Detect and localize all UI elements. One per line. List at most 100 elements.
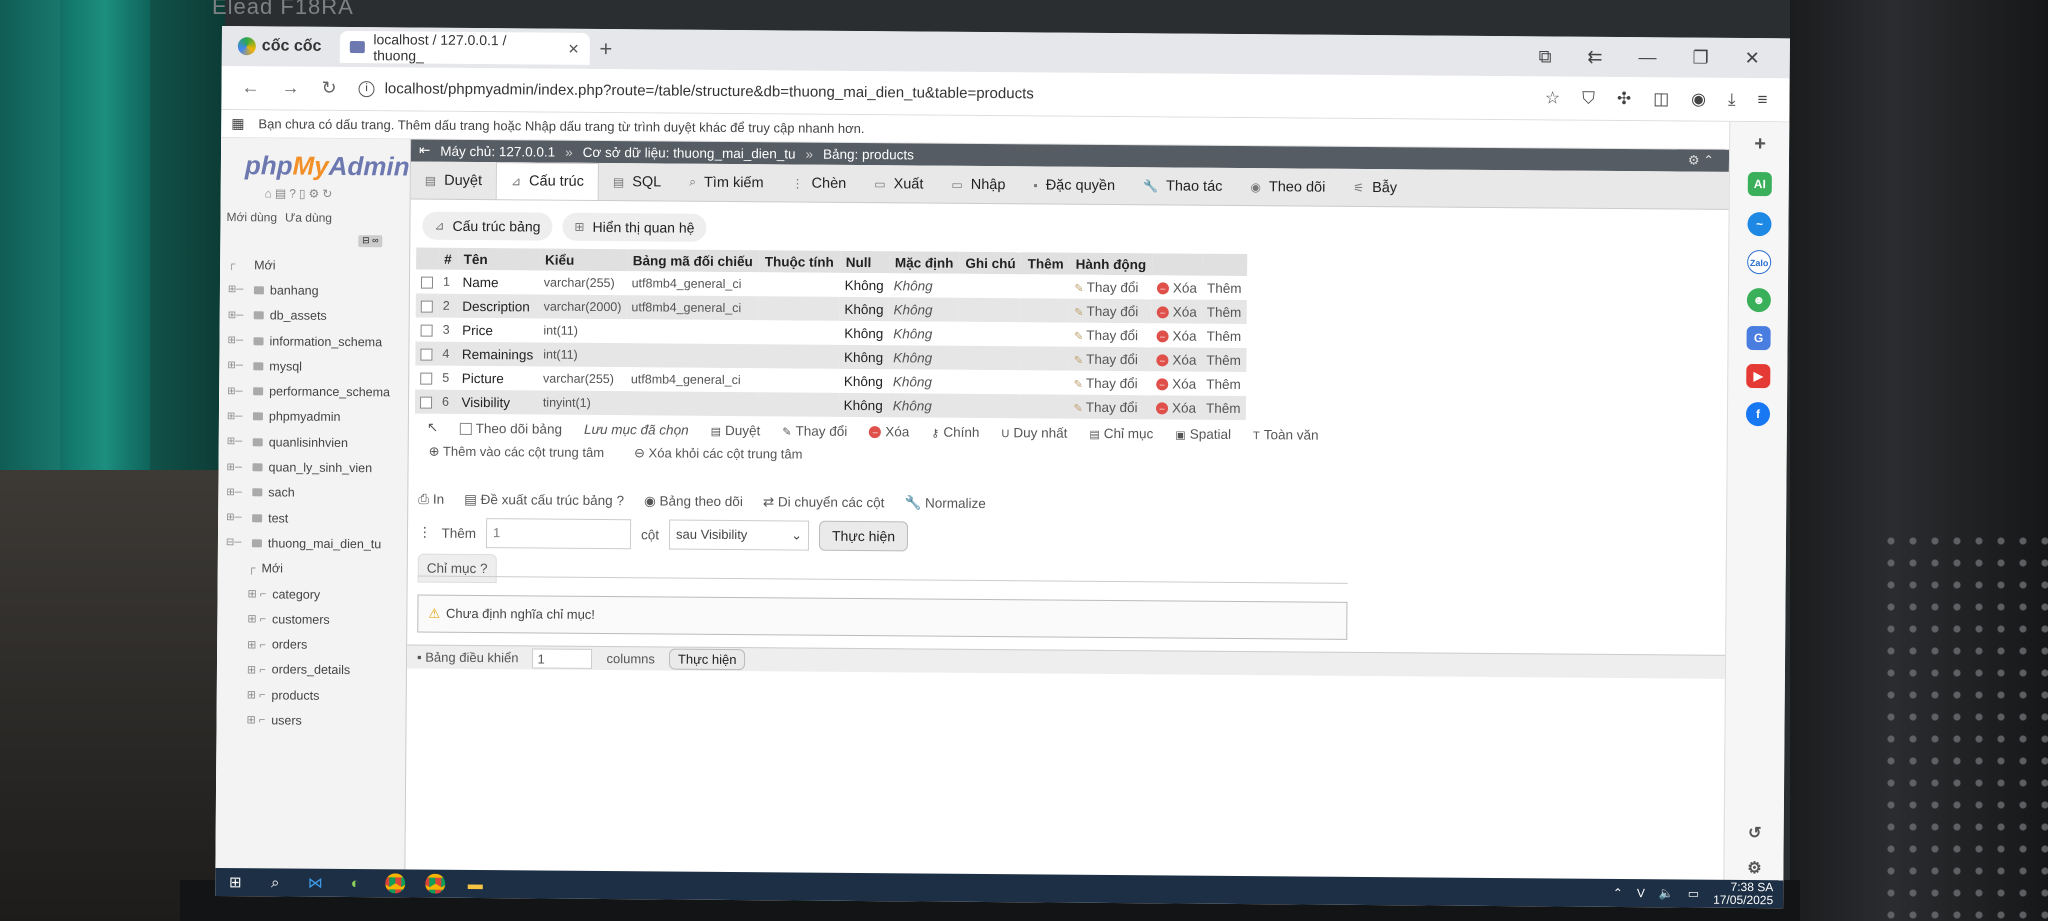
remove-central-columns[interactable]: ⊖ Xóa khỏi các cột trung tâm	[634, 445, 803, 462]
delete-action[interactable]: – Xóa	[1151, 323, 1202, 348]
edit-action[interactable]: ✎ Thay đổi	[1069, 298, 1152, 324]
phpmyadmin-logo[interactable]: phpMyAdmin	[245, 150, 410, 182]
tree-table-item[interactable]: ⊞ ⌐ orders_details	[225, 657, 410, 684]
tab-export[interactable]: ▭ Xuất	[860, 165, 937, 203]
reload-icon[interactable]: ↻	[321, 78, 336, 99]
print-link[interactable]: ⎙ In	[418, 492, 444, 508]
tray-app-icon[interactable]: V	[1637, 886, 1645, 900]
collapse-all-button[interactable]: ⊟ ∞	[358, 235, 383, 248]
tree-db-item[interactable]: ⊞─ banhang	[228, 277, 413, 304]
logout-icon[interactable]: ▤	[275, 186, 289, 200]
tab-import[interactable]: ▭ Nhập	[937, 166, 1019, 204]
tab-sql[interactable]: ▤ SQL	[599, 163, 676, 201]
indexes-toggle[interactable]: Chỉ mục ?	[417, 553, 497, 584]
tab-privileges[interactable]: ▪ Đặc quyền	[1019, 166, 1129, 204]
row-checkbox[interactable]	[420, 396, 433, 409]
maximize-button[interactable]: ❐	[1692, 47, 1708, 68]
subtab-table-structure[interactable]: ⊿ Cấu trúc bảng	[422, 211, 553, 241]
console-toggle[interactable]: ▪ Bảng điều khiển	[417, 650, 519, 666]
more-action[interactable]: Thêm	[1201, 371, 1246, 397]
more-action[interactable]: Thêm	[1201, 323, 1247, 349]
tray-expand-icon[interactable]: ⌃	[1613, 886, 1623, 900]
delete-action[interactable]: – Xóa	[1151, 371, 1202, 396]
page-settings-icon[interactable]: ⚙ ⌃	[1676, 149, 1726, 172]
bulk-index[interactable]: ▤ Chỉ mục	[1089, 425, 1153, 440]
youtube-icon[interactable]: ▶	[1746, 363, 1771, 389]
more-action[interactable]: Thêm	[1200, 395, 1246, 421]
tree-db-item[interactable]: ⊞─ test	[226, 505, 411, 532]
tree-new-table[interactable]: ┌ Mới	[226, 556, 411, 583]
tree-db-item-expanded[interactable]: ⊟─ thuong_mai_dien_tu	[226, 530, 411, 557]
tree-db-item[interactable]: ⊞─ sach	[226, 480, 411, 507]
normalize-link[interactable]: 🔧 Normalize	[904, 495, 985, 512]
download-icon[interactable]: ⤓	[1728, 89, 1736, 109]
coccoc-taskbar-icon[interactable]: ◐	[335, 869, 375, 897]
back-icon[interactable]: ←	[241, 77, 259, 98]
shield-icon[interactable]: ⛉	[1582, 88, 1595, 108]
close-tab-icon[interactable]: ✕	[568, 40, 580, 57]
tab-search[interactable]: ⌕ Tìm kiếm	[675, 164, 778, 202]
edit-action[interactable]: ✎ Thay đổi	[1068, 346, 1152, 372]
messenger-icon[interactable]: ~	[1747, 211, 1772, 237]
check-all[interactable]: Theo dõi bảng	[460, 420, 562, 436]
url-text[interactable]: localhost/phpmyadmin/index.php?route=/ta…	[385, 80, 1034, 102]
translate-icon[interactable]: G	[1746, 325, 1771, 351]
windows-start-icon[interactable]: ⊞	[215, 868, 255, 896]
breadcrumb-server[interactable]: Máy chủ: 127.0.0.1	[440, 143, 555, 159]
collapse-nav-icon[interactable]: ⇤	[419, 143, 430, 159]
tab-browse[interactable]: ▤ Duyệt	[411, 161, 497, 199]
tree-db-item[interactable]: ⊞─ performance_schema	[227, 379, 412, 406]
game-icon[interactable]: ☻	[1746, 287, 1771, 313]
chrome-icon[interactable]	[375, 869, 415, 897]
tab-operations[interactable]: 🔧 Thao tác	[1129, 167, 1237, 205]
tree-table-item[interactable]: ⊞ ⌐ category	[225, 581, 410, 608]
bulk-unique[interactable]: U Duy nhất	[1001, 425, 1067, 440]
tree-table-item[interactable]: ⊞ ⌐ products	[225, 682, 410, 709]
tab-structure[interactable]: ⊿ Cấu trúc	[495, 162, 600, 200]
chrome-icon-2[interactable]	[415, 870, 455, 898]
add-panel-icon[interactable]: +	[1748, 132, 1772, 156]
tab-insert[interactable]: ⋮ Chèn	[777, 164, 860, 202]
more-action[interactable]: Thêm	[1201, 347, 1247, 373]
edit-action[interactable]: ✎ Thay đổi	[1068, 394, 1152, 420]
docs-icon[interactable]: ▯	[299, 187, 309, 201]
forward-icon[interactable]: →	[281, 77, 299, 98]
reload-nav-icon[interactable]: ↻	[322, 187, 335, 201]
add-central-columns[interactable]: ⊕ Thêm vào các cột trung tâm	[429, 444, 605, 461]
reader-icon[interactable]: ⧉	[1539, 46, 1552, 67]
url-field[interactable]: i localhost/phpmyadmin/index.php?route=/…	[358, 80, 1034, 102]
check-all-checkbox[interactable]	[460, 422, 473, 435]
propose-structure-link[interactable]: ▤ Đề xuất cấu trúc bảng ?	[464, 492, 624, 509]
close-window-button[interactable]: ✕	[1745, 47, 1760, 68]
tree-db-item[interactable]: ⊞─ quan_ly_sinh_vien	[226, 454, 411, 481]
zalo-icon[interactable]: Zalo	[1747, 249, 1772, 275]
row-checkbox[interactable]	[420, 348, 433, 361]
help-icon[interactable]: ?	[289, 187, 299, 201]
vscode-icon[interactable]: ⋈	[295, 869, 335, 897]
col-header[interactable]: Tên	[457, 247, 540, 271]
more-action[interactable]: Thêm	[1201, 275, 1247, 301]
row-checkbox[interactable]	[420, 324, 433, 337]
tree-db-item[interactable]: ⊞─ information_schema	[227, 328, 412, 355]
ai-icon[interactable]: AI	[1747, 171, 1772, 197]
subtab-relation-view[interactable]: ⊞ Hiển thị quan hệ	[562, 212, 707, 242]
home-icon[interactable]: ⌂	[265, 186, 275, 200]
browser-tab[interactable]: localhost / 127.0.0.1 / thuong_ ✕	[339, 30, 590, 65]
minimize-button[interactable]: —	[1638, 47, 1656, 68]
bulk-drop[interactable]: – Xóa	[869, 424, 909, 439]
tree-db-item[interactable]: ⊞─ mysql	[227, 353, 412, 380]
row-checkbox[interactable]	[420, 276, 434, 289]
edit-action[interactable]: ✎ Thay đổi	[1068, 322, 1152, 348]
back-arrow-icon[interactable]: ⇇	[1587, 46, 1602, 67]
settings-icon[interactable]: ⚙	[1742, 857, 1766, 881]
bulk-browse[interactable]: ▤ Duyệt	[711, 422, 761, 437]
tree-table-item[interactable]: ⊞ ⌐ users	[224, 707, 409, 734]
console-count-input[interactable]: 1	[532, 647, 593, 669]
add-column-go-button[interactable]: Thực hiện	[818, 520, 909, 552]
row-checkbox[interactable]	[420, 300, 433, 313]
delete-action[interactable]: – Xóa	[1151, 299, 1202, 324]
bulk-spatial[interactable]: ▣ Spatial	[1175, 426, 1231, 441]
row-checkbox[interactable]	[420, 372, 433, 385]
favorites-tab[interactable]: Ưa dùng	[285, 211, 332, 225]
profile-icon[interactable]: ◉	[1691, 89, 1706, 109]
